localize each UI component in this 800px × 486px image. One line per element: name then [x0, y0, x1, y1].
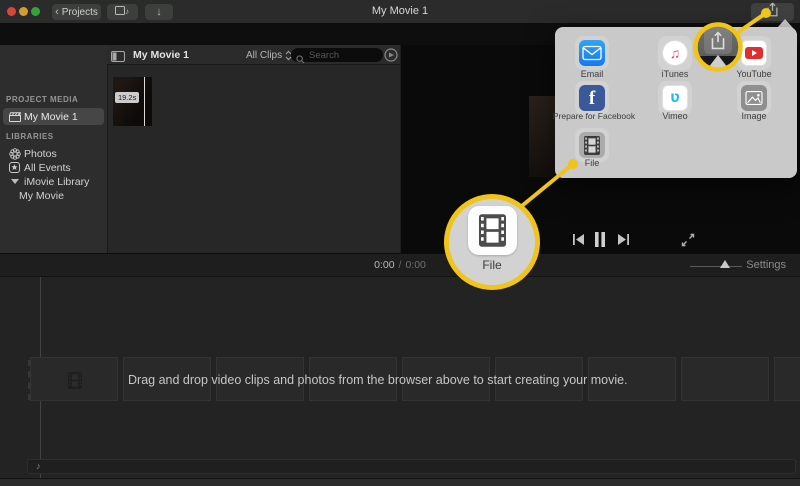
window-toolbar: ‹ Projects ♪ ↓ My Movie 1	[0, 0, 800, 24]
file-filmstrip-icon	[579, 132, 605, 158]
share-option-facebook[interactable]: f	[575, 81, 609, 115]
share-option-file[interactable]	[575, 128, 609, 162]
share-option-label: Vimeo	[630, 111, 720, 121]
pause-button[interactable]	[593, 232, 607, 252]
skip-forward-button[interactable]	[617, 233, 630, 251]
imovie-window: ‹ Projects ♪ ↓ My Movie 1 My Media Audio…	[0, 0, 800, 486]
clip-thumbnail[interactable]: 19.2s	[113, 77, 152, 126]
share-option-label: File	[547, 158, 637, 168]
filmstrip-placeholder-icon	[68, 372, 82, 394]
clips-filter-label: All Clips	[246, 50, 282, 61]
image-icon	[741, 85, 767, 111]
settings-button[interactable]: Settings	[746, 259, 786, 271]
share-option-label: Image	[709, 111, 799, 121]
clip-placeholder	[681, 357, 769, 401]
share-option-label: iTunes	[630, 69, 720, 79]
sidebar-item-my-movie[interactable]: My Movie	[3, 187, 120, 204]
audio-lane: ♪	[27, 459, 796, 474]
share-option-vimeo[interactable]: ʋ	[658, 81, 692, 115]
clip-skim-line	[144, 77, 145, 126]
share-option-label: Email	[547, 69, 637, 79]
search-field[interactable]	[291, 48, 383, 62]
timeline-zoom-slider[interactable]	[690, 266, 742, 267]
sidebar-item-label: Photos	[24, 148, 57, 160]
share-option-image[interactable]	[737, 81, 771, 115]
window-bottom-band	[0, 478, 800, 486]
star-badge-icon	[8, 162, 21, 173]
window-title: My Movie 1	[0, 5, 800, 17]
fullscreen-icon[interactable]	[681, 233, 695, 252]
share-option-email[interactable]	[575, 36, 609, 70]
clip-filter-icon[interactable]	[384, 48, 398, 67]
itunes-icon: ♫	[662, 40, 688, 66]
total-time: 0:00	[405, 259, 425, 271]
share-option-itunes[interactable]: ♫	[658, 36, 692, 70]
share-option-label: Prepare for Facebook	[544, 111, 644, 121]
clapperboard-icon	[8, 112, 21, 122]
sidebar-item-label: My Movie	[19, 190, 64, 202]
photos-flower-icon	[8, 148, 21, 160]
libraries-sidebar: PROJECT MEDIA My Movie 1 LIBRARIES Photo…	[0, 45, 107, 253]
email-icon	[579, 40, 605, 66]
sidebar-toggle-icon[interactable]	[111, 49, 125, 67]
music-note-icon: ♪	[36, 461, 41, 471]
clips-filter-dropdown[interactable]: All Clips	[246, 50, 292, 61]
skip-back-button[interactable]	[572, 233, 585, 251]
disclosure-triangle-icon[interactable]	[8, 179, 21, 184]
current-time: 0:00	[374, 259, 394, 271]
browser-project-title: My Movie 1	[133, 49, 189, 61]
share-option-youtube[interactable]	[737, 36, 771, 70]
clip-placeholder	[30, 357, 118, 401]
clip-placeholder	[774, 357, 800, 401]
sidebar-item-my-movie-1[interactable]: My Movie 1	[3, 108, 104, 125]
time-separator: /	[399, 259, 402, 271]
clip-duration-badge: 19.2s	[115, 92, 139, 103]
sidebar-item-label: My Movie 1	[24, 111, 78, 123]
youtube-icon	[741, 40, 767, 66]
share-option-label: YouTube	[709, 69, 799, 79]
sidebar-item-label: iMovie Library	[24, 176, 89, 188]
sidebar-item-label: All Events	[24, 162, 71, 174]
facebook-icon: f	[579, 85, 605, 111]
libraries-header: LIBRARIES	[6, 132, 54, 141]
vimeo-icon: ʋ	[662, 85, 688, 111]
timeline-zoom-thumb[interactable]	[720, 260, 730, 268]
project-media-header: PROJECT MEDIA	[6, 95, 78, 104]
timeline-empty-message: Drag and drop video clips and photos fro…	[128, 373, 628, 387]
timecode-display: 0:00/0:00	[0, 259, 800, 271]
search-icon	[296, 51, 305, 69]
search-input[interactable]	[307, 49, 371, 62]
